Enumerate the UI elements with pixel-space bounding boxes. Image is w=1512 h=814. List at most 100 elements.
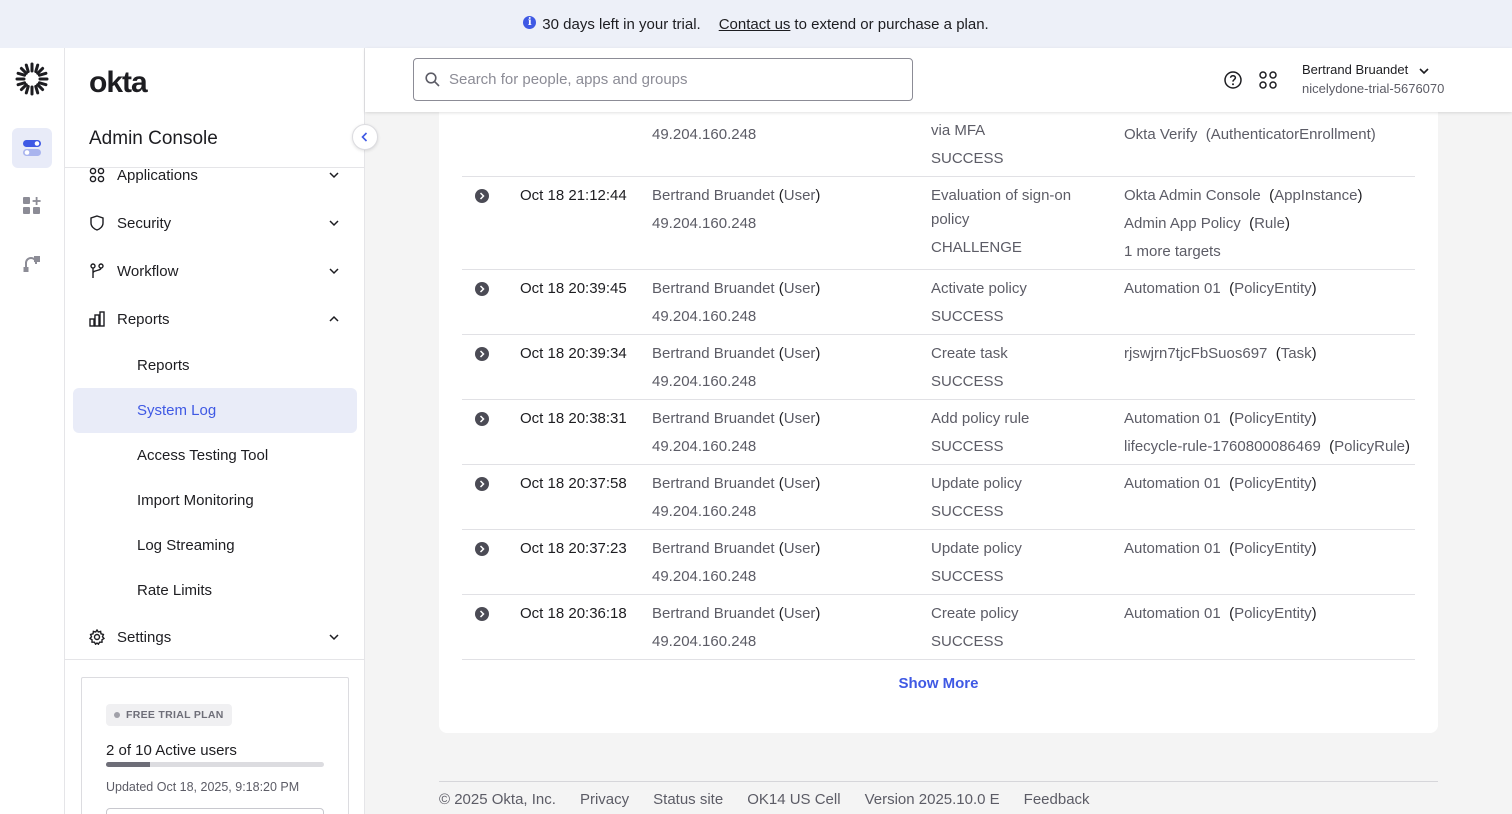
event-time: Oct 18 20:38:31: [520, 410, 627, 427]
workflow-icon: [89, 263, 105, 279]
integrations-icon[interactable]: [12, 244, 52, 284]
search-box: [413, 58, 913, 101]
footer-cell: OK14 US Cell: [747, 791, 841, 808]
add-apps-icon[interactable]: [12, 186, 52, 226]
sub-import-monitoring[interactable]: Import Monitoring: [73, 478, 357, 523]
event-actor[interactable]: Bertrand Bruandet (User): [652, 470, 820, 498]
table-row[interactable]: Oct 18 21:12:44 Bertrand Bruandet (User) 4…: [462, 177, 1415, 270]
okta-logo-icon: [15, 62, 49, 96]
nav-reports[interactable]: Reports: [89, 304, 341, 334]
table-row[interactable]: Oct 18 20:37:23 Bertrand Bruandet (User) 4…: [462, 530, 1415, 595]
event-outcome: SUCCESS: [931, 308, 1004, 325]
table-row[interactable]: Oct 18 20:36:18 Bertrand Bruandet (User) 4…: [462, 595, 1415, 660]
sub-log-streaming[interactable]: Log Streaming: [73, 523, 357, 568]
expand-row-icon[interactable]: [475, 282, 489, 296]
nav-security[interactable]: Security: [89, 208, 341, 238]
event-actor[interactable]: Bertrand Bruandet (User): [652, 340, 820, 368]
sub-rate-limits[interactable]: Rate Limits: [73, 568, 357, 613]
expand-row-icon[interactable]: [475, 542, 489, 556]
event-actor[interactable]: Bertrand Bruandet (User): [652, 535, 820, 563]
event-target[interactable]: Automation 01 (PolicyEntity): [1124, 535, 1317, 563]
expand-row-icon[interactable]: [475, 607, 489, 621]
event-name: Create policy: [931, 605, 1019, 622]
nav-applications[interactable]: Applications: [89, 160, 341, 190]
chevron-up-icon: [329, 315, 339, 322]
contact-us-link[interactable]: Contact us: [719, 16, 791, 33]
footer-feedback-link[interactable]: Feedback: [1024, 791, 1090, 808]
actor-type: User: [783, 187, 816, 204]
user-menu-name[interactable]: Bertrand Bruandet: [1302, 62, 1408, 77]
event-outcome: SUCCESS: [931, 438, 1004, 455]
grid-icon: [89, 167, 105, 183]
expand-row-icon[interactable]: [475, 347, 489, 361]
user-org: nicelydone-trial-5676070: [1302, 81, 1445, 96]
nav-workflow[interactable]: Workflow: [89, 256, 341, 286]
event-target[interactable]: Admin App Policy (Rule): [1124, 210, 1290, 238]
footer-status-link[interactable]: Status site: [653, 791, 723, 808]
target-type: (AuthenticatorEnrollment): [1205, 126, 1376, 143]
upgrade-button[interactable]: [106, 808, 324, 814]
event-outcome: SUCCESS: [931, 150, 1004, 167]
table-row[interactable]: Oct 18 20:39:45 Bertrand Bruandet (User) 4…: [462, 270, 1415, 335]
target-type: PolicyEntity: [1234, 410, 1312, 427]
sub-system-log[interactable]: System Log: [73, 388, 357, 433]
event-actor[interactable]: Bertrand Bruandet (User): [652, 182, 820, 210]
event-time: Oct 18 20:37:23: [520, 540, 627, 557]
admin-toggle-icon[interactable]: [12, 128, 52, 168]
actor-ip: 49.204.160.248: [652, 438, 757, 455]
footer-privacy-link[interactable]: Privacy: [580, 791, 629, 808]
target-type: Rule: [1254, 215, 1285, 232]
target-name: lifecycle-rule-1760800086469: [1124, 438, 1321, 455]
trial-banner-text: 30 days left in your trial.: [542, 15, 701, 33]
sidebar: okta Admin Console Applications Security…: [65, 48, 365, 814]
actor-ip: 49.204.160.248: [652, 373, 757, 390]
apps-grid-icon[interactable]: [1258, 70, 1278, 90]
sidebar-divider: [65, 659, 364, 660]
target-name: Automation 01: [1124, 540, 1221, 557]
event-target[interactable]: Automation 01 (PolicyEntity): [1124, 275, 1317, 303]
collapse-sidebar-button[interactable]: [352, 124, 378, 150]
nav-settings[interactable]: Settings: [89, 622, 341, 652]
top-bar: Bertrand Bruandet nicelydone-trial-56760…: [365, 48, 1512, 112]
event-name: Update policy: [931, 475, 1022, 492]
event-target[interactable]: lifecycle-rule-1760800086469 (PolicyRule…: [1124, 433, 1410, 461]
sub-access-testing-tool[interactable]: Access Testing Tool: [73, 433, 357, 478]
event-target[interactable]: rjswjrn7tjcFbSuos697 (Task): [1124, 340, 1317, 368]
actor-name: Bertrand Bruandet: [652, 280, 775, 297]
table-row[interactable]: Oct 18 20:37:58 Bertrand Bruandet (User) 4…: [462, 465, 1415, 530]
shield-icon: [89, 215, 105, 231]
event-name: policy: [931, 211, 970, 228]
show-more-button[interactable]: Show More: [439, 675, 1438, 692]
event-actor[interactable]: Bertrand Bruandet (User): [652, 600, 820, 628]
actor-ip: 49.204.160.248: [652, 126, 757, 143]
target-name: Automation 01: [1124, 475, 1221, 492]
gear-icon: [89, 629, 105, 645]
event-target[interactable]: Automation 01 (PolicyEntity): [1124, 600, 1317, 628]
updated-timestamp: Updated Oct 18, 2025, 9:18:20 PM: [106, 780, 300, 794]
progress-fill: [106, 762, 150, 767]
actor-name: Bertrand Bruandet: [652, 540, 775, 557]
event-actor[interactable]: Bertrand Bruandet (User): [652, 275, 820, 303]
table-row[interactable]: Oct 18 20:38:31 Bertrand Bruandet (User) 4…: [462, 400, 1415, 465]
event-outcome: SUCCESS: [931, 633, 1004, 650]
event-name: Create task: [931, 345, 1008, 362]
expand-row-icon[interactable]: [475, 477, 489, 491]
event-target[interactable]: Automation 01 (PolicyEntity): [1124, 405, 1317, 433]
event-target[interactable]: Automation 01 (PolicyEntity): [1124, 470, 1317, 498]
event-name: Add policy rule: [931, 410, 1030, 427]
more-targets-link[interactable]: 1 more targets: [1124, 238, 1221, 266]
bar-chart-icon: [89, 311, 105, 327]
event-actor[interactable]: Bertrand Bruandet (User): [652, 405, 820, 433]
trial-banner-suffix: to extend or purchase a plan.: [794, 15, 989, 33]
event-target[interactable]: Okta Admin Console (AppInstance): [1124, 182, 1363, 210]
table-row[interactable]: Oct 18 20:39:34 Bertrand Bruandet (User) 4…: [462, 335, 1415, 400]
expand-row-icon[interactable]: [475, 412, 489, 426]
help-icon[interactable]: [1223, 70, 1243, 90]
actor-type: User: [783, 475, 816, 492]
search-input[interactable]: [449, 71, 889, 88]
event-outcome: SUCCESS: [931, 503, 1004, 520]
chevron-down-icon[interactable]: [1418, 65, 1430, 77]
sub-reports[interactable]: Reports: [73, 343, 357, 388]
expand-row-icon[interactable]: [475, 189, 489, 203]
actor-ip: 49.204.160.248: [652, 308, 757, 325]
